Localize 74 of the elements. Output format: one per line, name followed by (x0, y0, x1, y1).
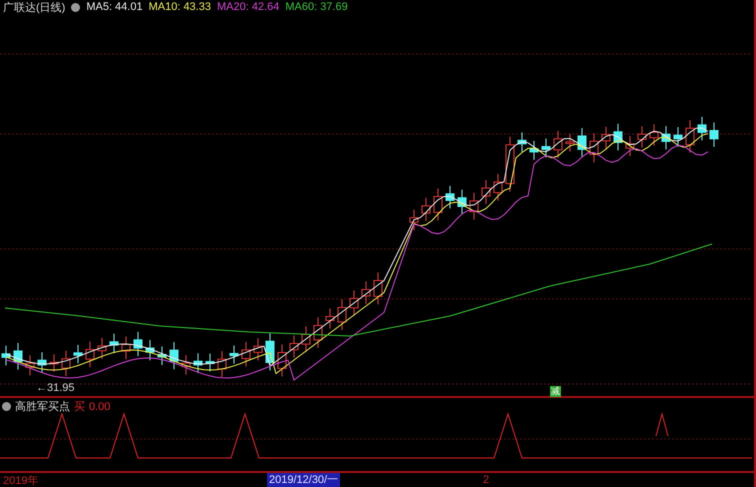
candlestick (170, 342, 178, 370)
candlestick (74, 344, 82, 364)
candlestick (674, 126, 682, 148)
candlestick (602, 126, 610, 150)
candlestick (374, 272, 382, 305)
candlestick (446, 185, 454, 209)
indicator-title: 高胜军买点 (15, 400, 70, 414)
candlestick (686, 120, 694, 154)
candlestick (410, 209, 418, 231)
low-price-marker: ←31.95 (36, 382, 75, 394)
candlestick (590, 132, 598, 163)
candlestick (530, 140, 538, 160)
candlestick (14, 342, 22, 370)
candlestick (254, 338, 262, 361)
moving-average-label: MA20: 42.64 (216, 1, 280, 13)
candlestick (2, 345, 10, 366)
candlestick (98, 337, 106, 360)
candlestick (350, 290, 358, 316)
signal-badge: 减 (550, 386, 561, 397)
candlestick (650, 124, 658, 146)
signal-peak-drawing (656, 412, 668, 437)
candlestick (230, 345, 238, 364)
candlestick (62, 350, 70, 377)
candlestick (422, 197, 430, 222)
candlestick (566, 133, 574, 152)
candlestick (242, 341, 250, 368)
candlestick (146, 340, 154, 361)
settings-dot-icon[interactable] (2, 402, 11, 412)
buy-value: 0.00 (89, 400, 110, 413)
moving-average-label: MA10: 43.33 (148, 1, 211, 13)
candlestick (218, 350, 226, 378)
candlestick (362, 281, 370, 304)
axis-tick-label: 2 (483, 473, 490, 487)
moving-average-label: MA60: 37.69 (285, 1, 348, 13)
candlestick (302, 326, 310, 353)
chart-title: 广联达(日线) (3, 0, 66, 14)
settings-dot-icon[interactable] (71, 2, 80, 12)
candlestick (506, 136, 514, 192)
candlestick (470, 192, 478, 220)
candlestick (626, 135, 634, 157)
buy-label: 买 (74, 400, 85, 414)
candlestick (290, 335, 298, 358)
candlestick (434, 188, 442, 221)
candlestick (278, 344, 286, 377)
candlestick (542, 138, 550, 158)
candlestick (326, 308, 334, 329)
candlestick (38, 352, 46, 374)
candlestick (194, 352, 202, 374)
candlestick (518, 132, 526, 152)
candlestick (110, 333, 118, 354)
candlestick (50, 354, 58, 372)
axis-start-label: 2019年 (2, 474, 38, 487)
candlestick (158, 346, 166, 366)
candlestick (662, 126, 670, 150)
candlestick (554, 130, 562, 158)
candlestick (638, 126, 646, 148)
candlestick (494, 174, 502, 202)
candlestick (134, 331, 142, 357)
candlestick (698, 116, 706, 141)
candlestick (578, 127, 586, 158)
candlestick (266, 332, 274, 371)
candlestick (26, 354, 34, 376)
cursor-date-label: 2019/12/30/一 (267, 473, 340, 487)
candlestick (86, 341, 94, 368)
candlestick (710, 122, 718, 148)
candlestick (314, 317, 322, 348)
candlestick (122, 336, 130, 360)
moving-average-label: MA5: 44.01 (86, 1, 143, 13)
candlestick (482, 180, 490, 204)
candlestick (614, 123, 622, 151)
candlestick (182, 354, 190, 376)
candlestick (206, 353, 214, 372)
candlestick (458, 189, 466, 215)
candlestick (338, 299, 346, 331)
